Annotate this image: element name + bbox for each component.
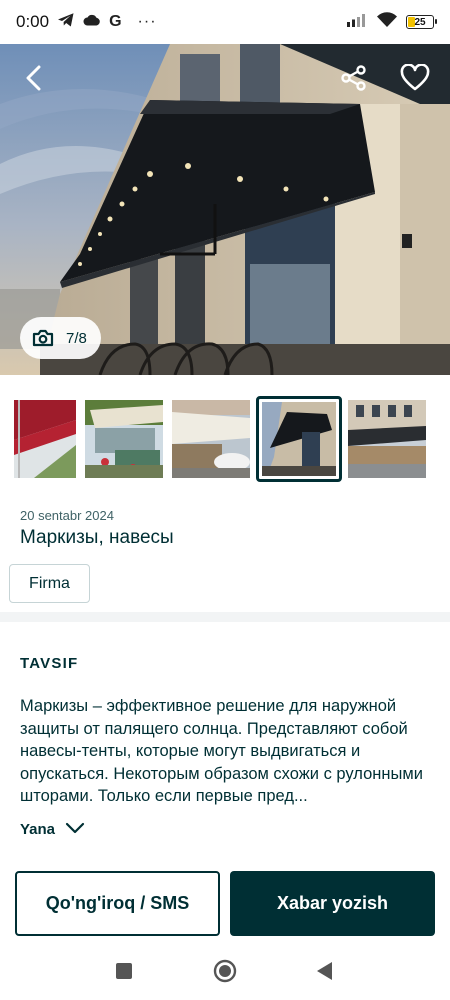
show-more-button[interactable]: Yana <box>20 821 85 838</box>
posted-date: 20 sentabr 2024 <box>20 508 114 523</box>
write-message-button[interactable]: Xabar yozish <box>230 871 435 936</box>
back-triangle-icon <box>316 961 334 986</box>
home-button[interactable] <box>210 958 240 988</box>
status-bar: 0:00 G ··· 25 <box>0 0 450 44</box>
photo-counter: 7/8 <box>20 317 101 359</box>
back-button[interactable] <box>14 58 54 98</box>
recents-square-icon <box>115 962 133 985</box>
ad-title: Маркизы, навесы <box>20 527 174 548</box>
show-more-label: Yana <box>20 821 56 838</box>
battery-level: 25 <box>414 16 426 28</box>
nav-back-button[interactable] <box>310 958 340 988</box>
battery-icon: 25 <box>406 15 437 29</box>
seller-type-chip: Firma <box>9 564 90 603</box>
wifi-icon <box>376 11 398 33</box>
chevron-down-icon <box>65 821 85 838</box>
system-nav-bar <box>0 946 450 1000</box>
recents-button[interactable] <box>109 958 139 988</box>
photo-counter-text: 7/8 <box>66 329 87 347</box>
status-system-icons: 25 <box>346 11 437 33</box>
share-icon <box>340 64 368 92</box>
home-circle-icon <box>213 959 237 988</box>
thumbnail-3[interactable] <box>172 400 250 478</box>
google-icon: G <box>109 13 122 30</box>
status-notifications: G ··· <box>57 12 156 33</box>
section-divider <box>0 612 450 622</box>
back-arrow-icon <box>23 65 45 91</box>
share-button[interactable] <box>334 58 374 98</box>
status-time: 0:00 <box>16 12 50 31</box>
signal-icon <box>346 13 368 32</box>
camera-icon <box>32 329 54 347</box>
photo-gallery[interactable]: 7/8 <box>0 44 450 375</box>
thumbnail-4[interactable] <box>256 396 342 482</box>
call-sms-button[interactable]: Qo'ng'iroq / SMS <box>15 871 220 936</box>
thumbnail-strip <box>0 396 450 482</box>
description-heading: TAVSIF <box>20 655 79 672</box>
thumbnail-2[interactable] <box>85 400 163 478</box>
thumbnail-5[interactable] <box>348 400 426 478</box>
telegram-icon <box>57 12 75 33</box>
more-notifications-icon: ··· <box>137 13 157 30</box>
favorite-button[interactable] <box>395 58 435 98</box>
thumbnail-1[interactable] <box>14 400 76 478</box>
heart-icon <box>400 64 430 92</box>
description-text: Маркизы – эффективное решение для наружн… <box>20 697 423 806</box>
cloud-icon <box>83 13 101 31</box>
